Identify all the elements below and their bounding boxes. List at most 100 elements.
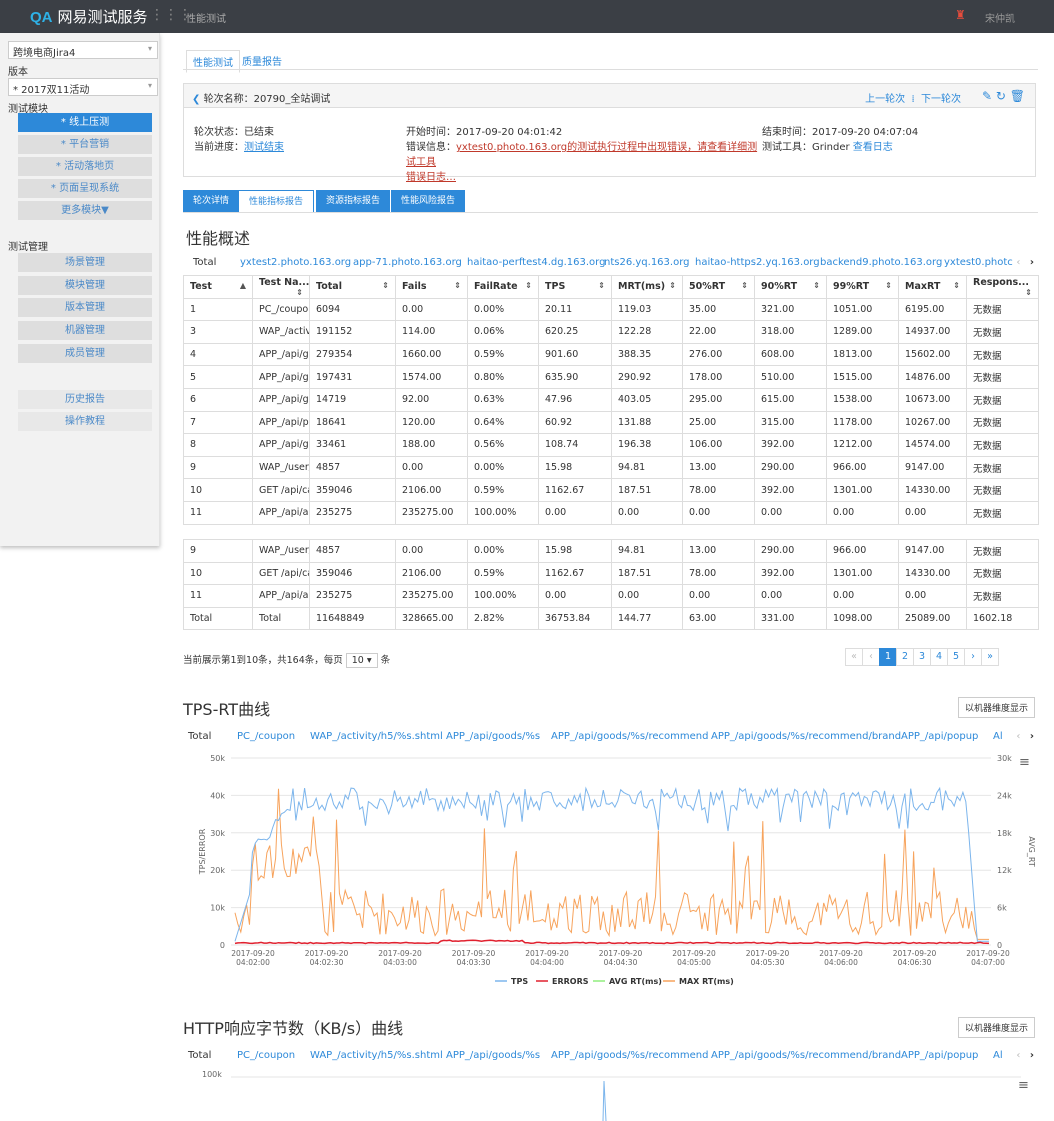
view-log-link[interactable]: 查看日志 [853,142,893,153]
column-header[interactable]: Fails ⇕ [395,275,468,299]
sort-icon[interactable]: ⇕ [1025,288,1032,297]
series-tab[interactable]: WAP_/activity/h5/%s.shtml [310,731,443,742]
table-row[interactable]: 9WAP_/user/...48570.000.00%15.9894.8113.… [183,455,1039,480]
sort-icon[interactable]: ▲ [240,281,246,290]
sort-icon[interactable]: ⇕ [525,281,532,290]
error-link[interactable]: yxtest0.photo.163.org的测试执行过程中出现错误，请查看详细测… [406,142,757,168]
table-row[interactable]: 10GET /api/cart3590462106.000.59%1162.67… [183,478,1039,502]
table-row[interactable]: 9WAP_/user/...48570.000.00%15.9894.8113.… [183,539,1039,563]
column-header[interactable]: 90%RT ⇕ [754,275,827,299]
host-tab[interactable]: backend9.photo.163.org [820,257,942,268]
notification-icon[interactable]: ♜ [955,8,966,22]
delete-icon[interactable]: 🗑 [1010,89,1025,103]
series-tab[interactable]: APP_/api/goods/%s [446,731,540,742]
sort-icon[interactable]: ⇕ [953,281,960,290]
chart-menu-icon[interactable]: ≡ [1019,755,1030,770]
host-scroll-arrows[interactable]: ‹ › [1016,257,1034,268]
column-header[interactable]: Respons... ⇕ [966,275,1039,299]
host-tab[interactable]: Total [193,257,216,268]
prev-round-link[interactable]: 上一轮次 [865,94,905,105]
column-header[interactable]: MaxRT ⇕ [898,275,967,299]
edit-icon[interactable]: ✎ [982,89,992,103]
sidebar-item-machine-mgmt[interactable]: 机器管理 [18,321,152,341]
series-tab[interactable]: APP_/api/goods/%s [446,1050,540,1061]
column-header[interactable]: MRT(ms) ⇕ [611,275,683,299]
tab-resource-report[interactable]: 资源指标报告 [316,190,391,212]
page-prev[interactable]: ‹ [862,648,880,666]
sidebar-item-history[interactable]: 历史报告 [18,390,152,410]
version-select[interactable]: * 2017双11活动 ▾ [8,78,158,96]
column-header[interactable]: Total ⇕ [309,275,396,299]
host-tab[interactable]: haitao-https2.yq.163.org [695,257,820,268]
page-3[interactable]: 3 [913,648,931,666]
host-tab[interactable]: haitao-perftest4.dg.163.org [467,257,605,268]
project-select[interactable]: 跨境电商Jira4 ▾ [8,41,158,59]
series-tab[interactable]: PC_/coupon [237,731,295,742]
sidebar-more-modules[interactable]: 更多模块▼ [18,201,152,221]
page-first[interactable]: « [845,648,863,666]
next-round-link[interactable]: 下一轮次 [921,94,961,105]
series-scroll-arrows[interactable]: ‹ › [1016,731,1034,742]
progress-link[interactable]: 测试结束 [244,142,284,153]
table-row[interactable]: 8APP_/api/g...33461188.000.56%108.74196.… [183,433,1039,457]
series-tab[interactable]: APP_/api/popup [901,1050,978,1061]
page-5[interactable]: 5 [947,648,965,666]
series-scroll-arrows[interactable]: ‹ › [1016,1050,1034,1061]
user-name[interactable]: 宋仲凯 [985,10,1015,25]
sidebar-item-module[interactable]: * 页面呈现系统 [18,179,152,199]
table-row[interactable]: 1 PC_/coupon 6094 0.00 0.00% 20.11 119.03 35.00… [183,297,1039,322]
sidebar-item-module[interactable]: * 活动落地页 [18,157,152,177]
tab-quality-report[interactable]: 质量报告 [236,50,288,71]
sort-icon[interactable]: ⇕ [382,281,389,290]
table-row[interactable]: 10GET /api/cart3590462106.000.59%1162.67… [183,561,1039,586]
series-tab[interactable]: Al [993,731,1003,742]
page-1[interactable]: 1 [879,648,897,666]
table-row[interactable]: 11APP_/api/ap...235275235275.00100.00%0.… [183,584,1039,608]
column-header[interactable]: Test Na... ⇕ [252,275,310,299]
back-icon[interactable]: ❮ [192,94,200,105]
sort-icon[interactable]: ⇕ [813,281,820,290]
page-last[interactable]: » [981,648,999,666]
sort-icon[interactable]: ⇕ [669,281,676,290]
machine-view-button[interactable]: 以机器维度显示 [958,697,1036,718]
sidebar-item-version-mgmt[interactable]: 版本管理 [18,298,152,318]
sort-icon[interactable]: ⇕ [741,281,748,290]
table-row[interactable]: 5APP_/api/g...1974311574.000.80%635.9029… [183,365,1039,389]
page-4[interactable]: 4 [930,648,948,666]
table-row[interactable]: 4APP_/api/g...2793541660.000.59%901.6038… [183,342,1039,367]
http-machine-view-button[interactable]: 以机器维度显示 [958,1017,1036,1038]
sidebar-item-module-mgmt[interactable]: 模块管理 [18,276,152,296]
table-row[interactable]: 7APP_/api/p...18641120.000.64%60.92131.8… [183,410,1039,435]
tab-round-detail[interactable]: 轮次详情 [183,190,240,212]
series-tab[interactable]: Total [188,731,211,742]
host-tab[interactable]: yxtest0.photc [944,257,1013,268]
table-row[interactable]: 11APP_/api/ap...235275235275.00100.00%0.… [183,500,1039,525]
series-tab[interactable]: WAP_/activity/h5/%s.shtml [310,1050,443,1061]
series-tab[interactable]: APP_/api/popup [901,731,978,742]
series-tab[interactable]: APP_/api/goods/%s/recommend/brand [711,1050,901,1061]
sort-icon[interactable]: ⇕ [454,281,461,290]
series-tab[interactable]: PC_/coupon [237,1050,295,1061]
sort-icon[interactable]: ⇕ [598,281,605,290]
sidebar-item-member-mgmt[interactable]: 成员管理 [18,344,152,364]
table-row[interactable]: 6APP_/api/g...1471992.000.63%47.96403.05… [183,387,1039,412]
sidebar-item-module[interactable]: * 平台营销 [18,135,152,155]
tab-risk-report[interactable]: 性能风险报告 [391,190,466,212]
column-header[interactable]: 50%RT ⇕ [682,275,755,299]
sidebar-item-tutorial[interactable]: 操作教程 [18,412,152,432]
host-tab[interactable]: app-71.photo.163.org [353,257,462,268]
sort-icon[interactable]: ⇕ [296,288,303,297]
sidebar-item-module[interactable]: * 线上压测 [18,113,152,133]
page-2[interactable]: 2 [896,648,914,666]
refresh-icon[interactable]: ↻ [996,89,1006,103]
column-header[interactable]: Test ▲ [183,275,253,299]
page-size-select[interactable]: 10 ▾ [345,653,378,668]
series-tab[interactable]: Total [188,1050,211,1061]
series-tab[interactable]: APP_/api/goods/%s/recommend/brand [711,731,901,742]
sidebar-item-scenario[interactable]: 场景管理 [18,253,152,273]
tab-perf-report[interactable]: 性能指标报告 [238,190,315,212]
column-header[interactable]: FailRate ⇕ [467,275,539,299]
host-tab[interactable]: nts26.yq.163.org [604,257,689,268]
series-tab[interactable]: APP_/api/goods/%s/recommend [551,1050,708,1061]
app-logo[interactable]: QA 网易测试服务 [30,6,148,27]
